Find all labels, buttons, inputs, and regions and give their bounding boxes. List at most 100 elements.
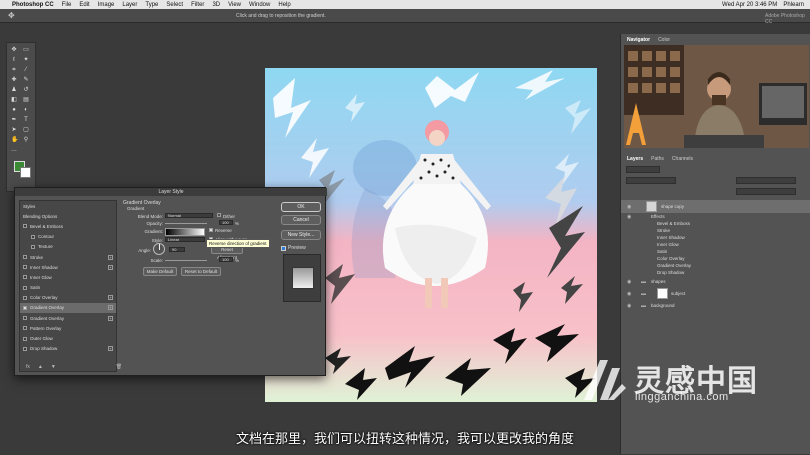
- tab-color[interactable]: Color: [658, 37, 670, 45]
- tab-navigator[interactable]: Navigator: [627, 37, 650, 45]
- effect-row[interactable]: Inner Glow: [621, 241, 810, 248]
- lasso-tool-icon[interactable]: ℓ: [11, 57, 17, 63]
- layer-row[interactable]: ◉ shape copy: [621, 200, 810, 213]
- checkbox[interactable]: [23, 305, 27, 310]
- plus-icon[interactable]: +: [108, 264, 113, 270]
- eyedropper-icon[interactable]: ⁄: [23, 67, 29, 73]
- gradient-picker[interactable]: [165, 228, 205, 236]
- marquee-tool-icon[interactable]: ▭: [23, 47, 29, 53]
- dodge-tool-icon[interactable]: ◐: [23, 107, 29, 113]
- effects-row[interactable]: ◉ Effects: [621, 213, 810, 220]
- checkbox[interactable]: [31, 234, 35, 239]
- style-item-contour[interactable]: Contour: [20, 232, 116, 242]
- angle-input[interactable]: 90: [169, 247, 185, 252]
- new-style-button[interactable]: New Style...: [281, 230, 321, 240]
- menu-select[interactable]: Select: [166, 2, 183, 8]
- checkbox[interactable]: [23, 346, 27, 351]
- effect-row[interactable]: Stroke: [621, 227, 810, 234]
- menu-view[interactable]: View: [228, 2, 241, 8]
- reset-default-button[interactable]: Reset to Default: [181, 267, 221, 276]
- style-item-stroke[interactable]: Stroke +: [20, 252, 116, 262]
- blend-mode-select[interactable]: Normal: [165, 213, 213, 218]
- checkbox[interactable]: [23, 275, 27, 280]
- opacity-slider[interactable]: [165, 223, 207, 224]
- menu-window[interactable]: Window: [249, 2, 270, 8]
- reverse-checkbox[interactable]: [209, 228, 213, 232]
- menu-type[interactable]: Type: [145, 2, 158, 8]
- eraser-tool-icon[interactable]: ◧: [11, 97, 17, 103]
- path-select-icon[interactable]: ➤: [11, 127, 17, 133]
- more-tools-icon[interactable]: …: [11, 147, 17, 153]
- eye-icon[interactable]: ◉: [627, 291, 631, 297]
- eye-icon[interactable]: ◉: [627, 214, 631, 220]
- plus-icon[interactable]: +: [108, 295, 113, 301]
- effect-row[interactable]: Gradient Overlay: [621, 262, 810, 269]
- shape-tool-icon[interactable]: ▢: [23, 127, 29, 133]
- style-item-gradient-overlay-2[interactable]: Gradient Overlay +: [20, 313, 116, 323]
- effect-row[interactable]: Satin: [621, 248, 810, 255]
- style-item-outer-glow[interactable]: Outer Glow: [20, 333, 116, 343]
- preview-checkbox[interactable]: [281, 245, 286, 251]
- tab-layers[interactable]: Layers: [627, 156, 643, 162]
- angle-dial[interactable]: [153, 243, 165, 255]
- background-color-swatch[interactable]: [20, 167, 31, 178]
- move-up-icon[interactable]: ▲: [38, 364, 43, 370]
- scale-input[interactable]: 100: [219, 257, 233, 262]
- history-brush-icon[interactable]: ↺: [23, 87, 29, 93]
- menu-help[interactable]: Help: [278, 2, 290, 8]
- menu-filter[interactable]: Filter: [191, 2, 204, 8]
- fill-field[interactable]: [736, 188, 796, 195]
- gradient-tool-icon[interactable]: ▤: [23, 97, 29, 103]
- effect-row[interactable]: Drop Shadow: [621, 269, 810, 276]
- style-item-blending[interactable]: Blending Options: [20, 211, 116, 221]
- checkbox[interactable]: [23, 224, 27, 229]
- type-tool-icon[interactable]: T: [23, 117, 29, 123]
- zoom-tool-icon[interactable]: ⚲: [23, 137, 29, 143]
- layer-row[interactable]: ◉ ▬ background: [621, 300, 810, 311]
- layer-filter-select[interactable]: [626, 166, 660, 173]
- style-item-styles[interactable]: Styles: [20, 201, 116, 211]
- tab-channels[interactable]: Channels: [672, 156, 693, 162]
- checkbox[interactable]: [31, 244, 35, 249]
- make-default-button[interactable]: Make Default: [143, 267, 177, 276]
- opacity-input[interactable]: 100: [219, 220, 233, 225]
- style-item-inner-shadow[interactable]: Inner Shadow +: [20, 262, 116, 272]
- style-item-satin[interactable]: Satin: [20, 283, 116, 293]
- brush-tool-icon[interactable]: ✎: [23, 77, 29, 83]
- style-item-pattern-overlay[interactable]: Pattern Overlay: [20, 323, 116, 333]
- menu-file[interactable]: File: [62, 2, 72, 8]
- checkbox[interactable]: [23, 336, 27, 341]
- plus-icon[interactable]: +: [108, 346, 113, 352]
- clone-stamp-icon[interactable]: ♟: [11, 87, 17, 93]
- effect-row[interactable]: Color Overlay: [621, 255, 810, 262]
- app-menu[interactable]: Photoshop CC: [12, 2, 54, 8]
- eye-icon[interactable]: ◉: [627, 204, 631, 210]
- move-tool-icon[interactable]: ✥: [8, 11, 15, 20]
- eye-icon[interactable]: ◉: [627, 303, 631, 309]
- style-select[interactable]: Linear: [165, 237, 205, 242]
- checkbox[interactable]: [23, 316, 27, 321]
- menu-edit[interactable]: Edit: [79, 2, 89, 8]
- style-item-drop-shadow[interactable]: Drop Shadow +: [20, 344, 116, 354]
- fx-icon[interactable]: fx: [26, 364, 30, 370]
- style-item-texture[interactable]: Texture: [20, 242, 116, 252]
- menu-image[interactable]: Image: [98, 2, 115, 8]
- plus-icon[interactable]: +: [108, 305, 113, 311]
- menu-layer[interactable]: Layer: [122, 2, 137, 8]
- hand-tool-icon[interactable]: ✋: [11, 137, 18, 143]
- user-name[interactable]: Phlearn: [783, 2, 804, 8]
- effect-row[interactable]: Bevel & Emboss: [621, 220, 810, 227]
- checkbox[interactable]: [23, 295, 27, 300]
- scale-slider[interactable]: [165, 260, 207, 261]
- move-down-icon[interactable]: ▼: [51, 364, 56, 370]
- style-item-gradient-overlay[interactable]: Gradient Overlay +: [20, 302, 116, 314]
- blur-tool-icon[interactable]: ●: [11, 107, 17, 113]
- checkbox[interactable]: [23, 255, 27, 260]
- ok-button[interactable]: OK: [281, 202, 321, 212]
- menu-3d[interactable]: 3D: [212, 2, 220, 8]
- style-item-inner-glow[interactable]: Inner Glow: [20, 272, 116, 282]
- effect-row[interactable]: Inner Shadow: [621, 234, 810, 241]
- plus-icon[interactable]: +: [108, 315, 113, 321]
- healing-brush-icon[interactable]: ✚: [11, 77, 17, 83]
- checkbox[interactable]: [23, 265, 27, 270]
